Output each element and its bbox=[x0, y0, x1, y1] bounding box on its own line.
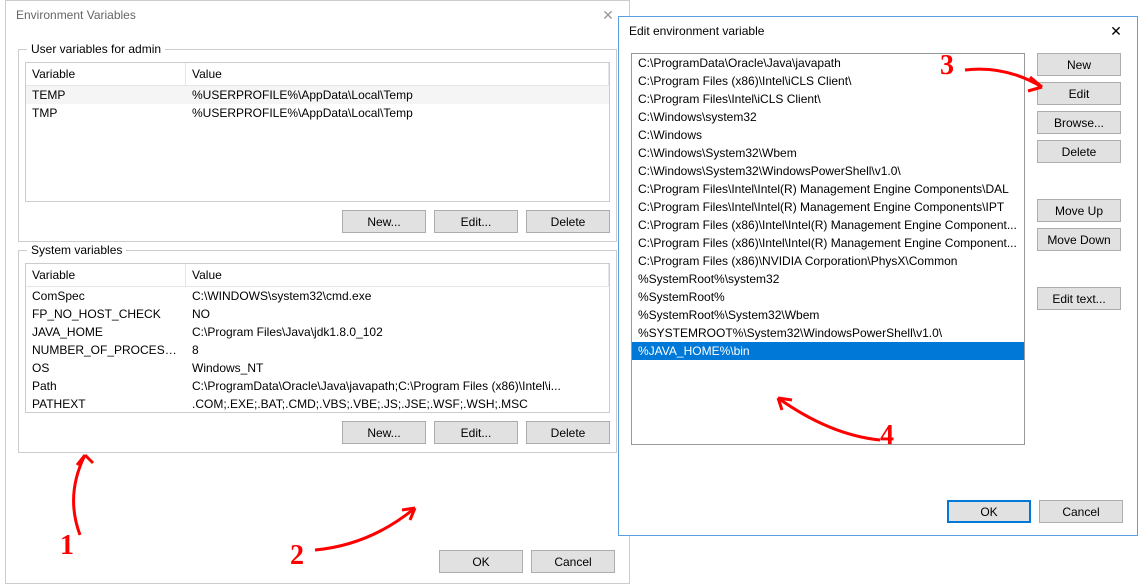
close-icon[interactable]: ✕ bbox=[1095, 17, 1137, 45]
col-value[interactable]: Value bbox=[186, 264, 609, 287]
user-new-button[interactable]: New... bbox=[342, 210, 426, 233]
table-row[interactable]: PathC:\ProgramData\Oracle\Java\javapath;… bbox=[26, 377, 609, 395]
list-item[interactable]: C:\Program Files (x86)\Intel\iCLS Client… bbox=[632, 72, 1024, 90]
var-value: 8 bbox=[186, 341, 609, 359]
var-value: Windows_NT bbox=[186, 359, 609, 377]
user-vars-table[interactable]: Variable Value TEMP%USERPROFILE%\AppData… bbox=[25, 62, 610, 202]
table-row[interactable]: ComSpecC:\WINDOWS\system32\cmd.exe bbox=[26, 287, 609, 305]
table-row[interactable]: PATHEXT.COM;.EXE;.BAT;.CMD;.VBS;.VBE;.JS… bbox=[26, 395, 609, 413]
table-row[interactable]: JAVA_HOMEC:\Program Files\Java\jdk1.8.0_… bbox=[26, 323, 609, 341]
path-new-button[interactable]: New bbox=[1037, 53, 1121, 76]
sys-vars-table[interactable]: Variable Value ComSpecC:\WINDOWS\system3… bbox=[25, 263, 610, 413]
list-item[interactable]: C:\Program Files\Intel\Intel(R) Manageme… bbox=[632, 198, 1024, 216]
user-vars-label: User variables for admin bbox=[27, 42, 165, 56]
var-value: .COM;.EXE;.BAT;.CMD;.VBS;.VBE;.JS;.JSE;.… bbox=[186, 395, 609, 413]
env-titlebar: Environment Variables ✕ bbox=[6, 1, 629, 29]
user-delete-button[interactable]: Delete bbox=[526, 210, 610, 233]
path-delete-button[interactable]: Delete bbox=[1037, 140, 1121, 163]
env-cancel-button[interactable]: Cancel bbox=[531, 550, 615, 573]
var-name: TMP bbox=[26, 104, 186, 122]
edit-cancel-button[interactable]: Cancel bbox=[1039, 500, 1123, 523]
table-row[interactable]: TEMP%USERPROFILE%\AppData\Local\Temp bbox=[26, 86, 609, 104]
col-variable[interactable]: Variable bbox=[26, 63, 186, 86]
var-value: C:\Program Files\Java\jdk1.8.0_102 bbox=[186, 323, 609, 341]
var-value: C:\ProgramData\Oracle\Java\javapath;C:\P… bbox=[186, 377, 609, 395]
var-value: C:\WINDOWS\system32\cmd.exe bbox=[186, 287, 609, 305]
list-item[interactable]: C:\Program Files (x86)\NVIDIA Corporatio… bbox=[632, 252, 1024, 270]
var-name: FP_NO_HOST_CHECK bbox=[26, 305, 186, 323]
edit-ok-button[interactable]: OK bbox=[947, 500, 1031, 523]
col-value[interactable]: Value bbox=[186, 63, 609, 86]
col-variable[interactable]: Variable bbox=[26, 264, 186, 287]
var-value: %USERPROFILE%\AppData\Local\Temp bbox=[186, 86, 609, 104]
list-item[interactable]: %SystemRoot%\system32 bbox=[632, 270, 1024, 288]
var-name: NUMBER_OF_PROCESSORS bbox=[26, 341, 186, 359]
path-edittext-button[interactable]: Edit text... bbox=[1037, 287, 1121, 310]
sys-edit-button[interactable]: Edit... bbox=[434, 421, 518, 444]
table-row[interactable]: TMP%USERPROFILE%\AppData\Local\Temp bbox=[26, 104, 609, 122]
var-name: PATHEXT bbox=[26, 395, 186, 413]
table-row[interactable]: NUMBER_OF_PROCESSORS8 bbox=[26, 341, 609, 359]
var-value: NO bbox=[186, 305, 609, 323]
list-item[interactable]: %JAVA_HOME%\bin bbox=[632, 342, 1024, 360]
var-name: TEMP bbox=[26, 86, 186, 104]
sys-delete-button[interactable]: Delete bbox=[526, 421, 610, 444]
list-item[interactable]: %SystemRoot%\System32\Wbem bbox=[632, 306, 1024, 324]
list-item[interactable]: C:\Program Files\Intel\Intel(R) Manageme… bbox=[632, 180, 1024, 198]
user-edit-button[interactable]: Edit... bbox=[434, 210, 518, 233]
sys-new-button[interactable]: New... bbox=[342, 421, 426, 444]
var-name: Path bbox=[26, 377, 186, 395]
var-name: ComSpec bbox=[26, 287, 186, 305]
path-moveup-button[interactable]: Move Up bbox=[1037, 199, 1121, 222]
list-item[interactable]: %SYSTEMROOT%\System32\WindowsPowerShell\… bbox=[632, 324, 1024, 342]
list-item[interactable]: %SystemRoot% bbox=[632, 288, 1024, 306]
path-list[interactable]: C:\ProgramData\Oracle\Java\javapathC:\Pr… bbox=[631, 53, 1025, 445]
table-row[interactable]: FP_NO_HOST_CHECKNO bbox=[26, 305, 609, 323]
list-item[interactable]: C:\Windows\system32 bbox=[632, 108, 1024, 126]
var-name: OS bbox=[26, 359, 186, 377]
var-name: JAVA_HOME bbox=[26, 323, 186, 341]
list-item[interactable]: C:\Windows bbox=[632, 126, 1024, 144]
table-row[interactable]: OSWindows_NT bbox=[26, 359, 609, 377]
edit-titlebar: Edit environment variable ✕ bbox=[619, 17, 1137, 45]
path-edit-button[interactable]: Edit bbox=[1037, 82, 1121, 105]
list-item[interactable]: C:\ProgramData\Oracle\Java\javapath bbox=[632, 54, 1024, 72]
list-item[interactable]: C:\Program Files (x86)\Intel\Intel(R) Ma… bbox=[632, 234, 1024, 252]
list-item[interactable]: C:\Program Files (x86)\Intel\Intel(R) Ma… bbox=[632, 216, 1024, 234]
env-title: Environment Variables bbox=[16, 8, 136, 22]
list-item[interactable]: C:\Program Files\Intel\iCLS Client\ bbox=[632, 90, 1024, 108]
var-value: %USERPROFILE%\AppData\Local\Temp bbox=[186, 104, 609, 122]
path-browse-button[interactable]: Browse... bbox=[1037, 111, 1121, 134]
path-movedown-button[interactable]: Move Down bbox=[1037, 228, 1121, 251]
edit-title: Edit environment variable bbox=[629, 24, 764, 38]
sys-vars-label: System variables bbox=[27, 243, 126, 257]
env-ok-button[interactable]: OK bbox=[439, 550, 523, 573]
list-item[interactable]: C:\Windows\System32\Wbem bbox=[632, 144, 1024, 162]
list-item[interactable]: C:\Windows\System32\WindowsPowerShell\v1… bbox=[632, 162, 1024, 180]
